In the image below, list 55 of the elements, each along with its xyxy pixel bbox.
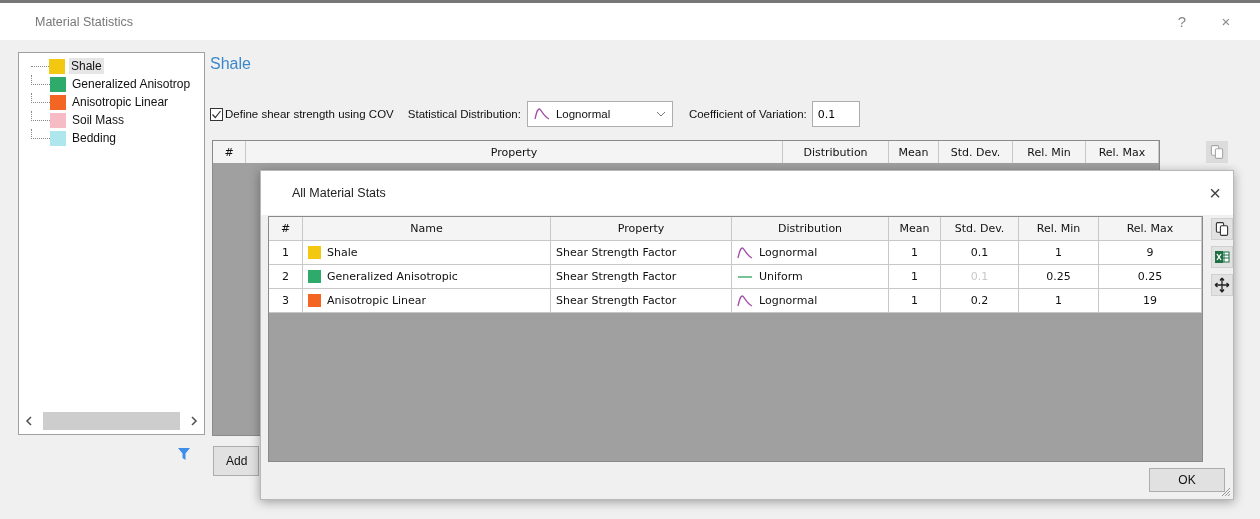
scroll-right-icon[interactable] [188,415,200,427]
add-button[interactable]: Add [213,446,259,476]
input-field[interactable]: 0.1 [811,101,860,127]
distribution-name: Uniform [759,270,803,283]
column-header: Property [246,141,783,163]
ok-button[interactable]: OK [1149,468,1225,492]
copy-button[interactable] [1211,218,1233,240]
tree-item[interactable]: Soil Mass [70,112,126,128]
spreadsheet-icon [1214,249,1230,265]
distribution-dropdown[interactable]: Lognormal [526,101,673,127]
move-button[interactable] [1211,274,1233,296]
scroll-left-icon[interactable] [23,415,35,427]
close-button[interactable]: × [1205,181,1225,205]
resize-grip-icon[interactable] [1221,487,1231,497]
tree-item[interactable]: Anisotropic Linear [70,94,171,110]
material-name: Anisotropic Linear [327,294,427,307]
table-cell: Shear Strength Factor [551,289,732,313]
help-button[interactable]: ? [1160,13,1204,30]
move-arrows-icon [1214,277,1230,293]
table-cell: 1 [1019,289,1099,313]
column-header: Rel. Max [1086,141,1159,163]
chevron-down-icon [655,111,666,117]
lognormal-curve-icon [533,108,550,120]
lognormal-curve-icon [737,294,753,307]
column-header: # [213,141,246,163]
material-name: Generalized Anisotropic [327,270,458,283]
material-name: Shale [327,246,358,259]
dialog-title: All Material Stats [292,186,386,200]
filter-icon[interactable] [177,447,191,461]
table-cell: 3 [269,289,303,313]
checkbox[interactable] [210,107,223,121]
tree-item[interactable]: Generalized Anisotrop [70,76,193,92]
field-label: Statistical Distribution: [407,108,521,120]
tree-item[interactable]: Bedding [70,130,119,146]
window-title: Material Statistics [35,14,134,29]
close-button[interactable]: × [1204,13,1248,30]
column-header: Std. Dev. [939,141,1013,163]
table-cell: 19 [1099,289,1202,313]
copy-icon [1214,221,1230,237]
tree-item[interactable]: Shale [69,58,104,74]
column-header: Mean [889,141,939,163]
scrollbar-thumb[interactable] [43,412,180,430]
table-cell: 0.2 [941,289,1019,313]
checkbox-label: Define shear strength using COV [225,108,394,120]
material-heading: Shale [210,55,252,74]
field-label: Coefficient of Variation: [688,108,807,120]
export-button[interactable] [1211,246,1233,268]
distribution-name: Lognormal [759,294,818,307]
table-cell: 1 [889,289,941,313]
column-header: Distribution [783,141,889,163]
column-header: Rel. Min [1013,141,1086,163]
distribution-name: Lognormal [759,246,818,259]
copy-icon [1209,144,1225,160]
flat-line-icon [737,274,753,279]
lognormal-curve-icon [737,246,753,259]
